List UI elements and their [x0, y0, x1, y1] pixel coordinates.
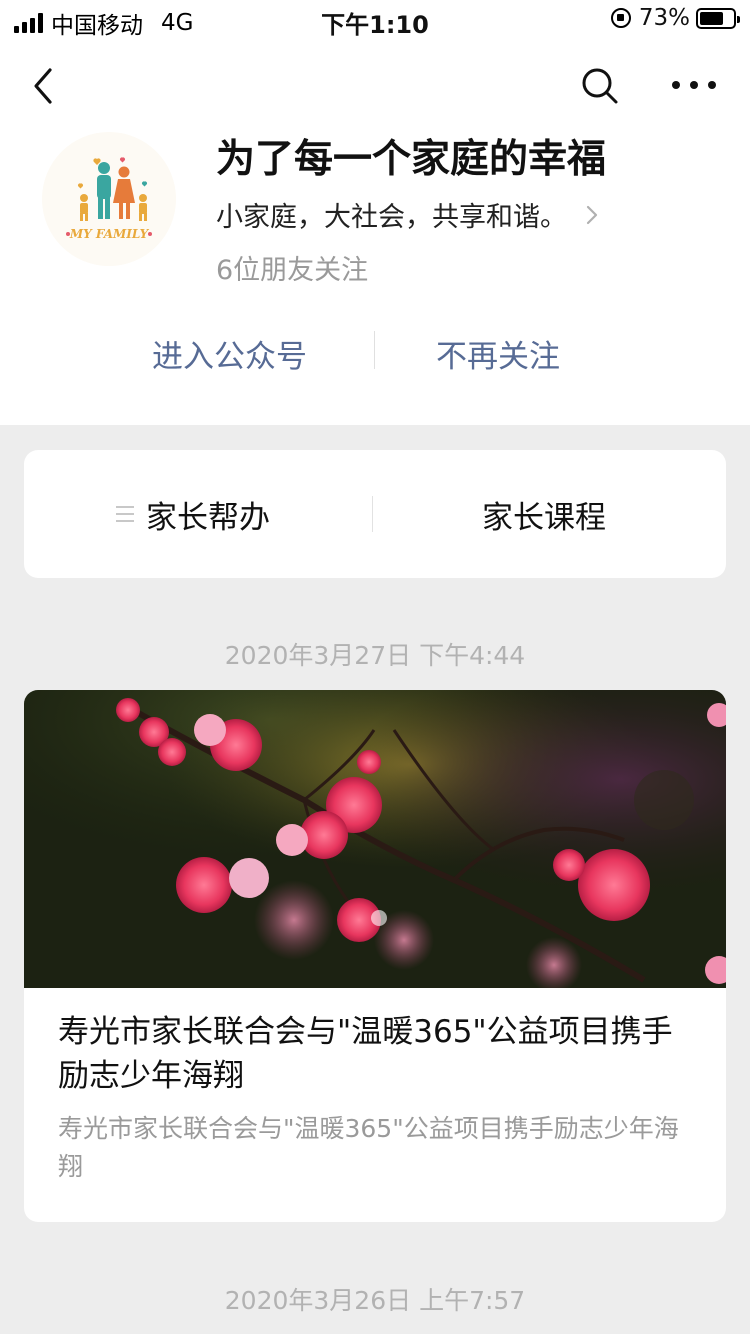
article-digest: 寿光市家长联合会与"温暖365"公益项目携手励志少年海翔 — [58, 1114, 679, 1181]
account-description: 小家庭，大社会，共享和谐。 — [216, 202, 567, 233]
rotation-lock-icon — [610, 8, 631, 28]
message-timestamp: 2020年3月26日 上午7:57 — [224, 1286, 526, 1315]
menu-lines-icon — [116, 506, 134, 522]
account-header: MY FAMILY 为了每一个家庭的幸福 小家庭，大社会，共享和谐。 6位朋友关… — [0, 40, 750, 425]
status-bar: 中国移动 4G 下午1:10 73% — [0, 0, 750, 40]
battery-icon — [696, 7, 740, 29]
message-timestamp: 2020年3月27日 下午4:44 — [224, 641, 526, 670]
account-menu: 家长帮办 家长课程 — [24, 450, 726, 578]
family-logo-icon: MY FAMILY — [42, 132, 176, 266]
account-actions: 进入公众号 不再关注 — [0, 325, 750, 375]
actions-divider — [374, 331, 375, 369]
enter-account-button[interactable]: 进入公众号 — [152, 331, 307, 376]
menu-item-parent-course[interactable]: 家长课程 — [482, 492, 606, 537]
svg-text:MY FAMILY: MY FAMILY — [69, 227, 150, 241]
account-avatar[interactable]: MY FAMILY — [42, 132, 176, 266]
unfollow-button[interactable]: 不再关注 — [436, 331, 560, 376]
article-title: 寿光市家长联合会与"温暖365"公益项目携手励志少年海翔 — [58, 1014, 673, 1094]
article-card[interactable]: 寿光市家长联合会与"温暖365"公益项目携手励志少年海翔 寿光市家长联合会与"温… — [24, 690, 726, 1222]
back-arrow-icon[interactable] — [30, 66, 60, 106]
more-icon[interactable] — [672, 70, 716, 100]
status-right: 73% — [610, 5, 740, 31]
followers-count: 6位朋友关注 — [216, 255, 369, 286]
menu-divider — [372, 496, 373, 532]
search-icon[interactable] — [580, 66, 620, 106]
chevron-right-icon — [586, 205, 598, 224]
battery-fill — [700, 11, 724, 25]
menu-item-parent-help[interactable]: 家长帮办 — [146, 492, 270, 537]
account-description-row[interactable]: 小家庭，大社会，共享和谐。 — [216, 195, 599, 234]
account-name: 为了每一个家庭的幸福 — [216, 137, 607, 182]
battery-percent: 73% — [638, 5, 690, 31]
article-cover-image — [24, 690, 726, 988]
